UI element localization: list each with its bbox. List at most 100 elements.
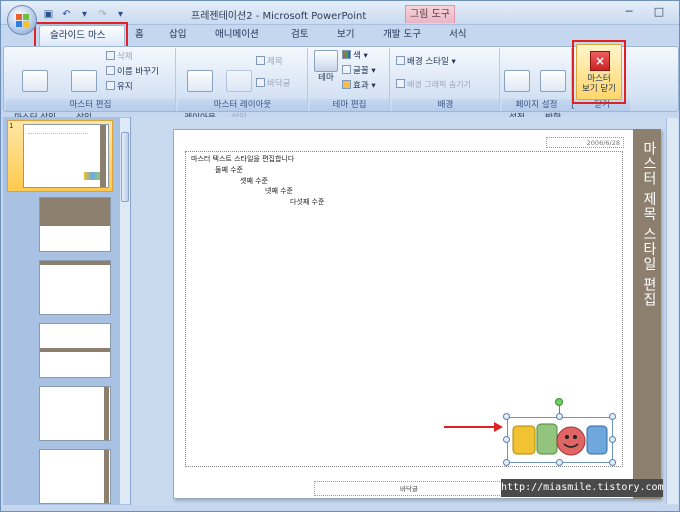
effects-button[interactable]: 효과 ▾ — [342, 80, 376, 92]
blog-image[interactable] — [511, 421, 609, 459]
resize-handle[interactable] — [556, 413, 563, 420]
checkbox-icon — [396, 79, 405, 88]
thumbnail-bar — [40, 198, 110, 226]
page-setup-icon — [504, 70, 530, 92]
tab-home[interactable]: 홈 — [125, 25, 159, 46]
group-master-layout: 마스터 레이아웃 개체 틀 삽입 제목 바닥글 마스터 레이아웃 — [178, 48, 308, 123]
rename-icon — [106, 66, 115, 75]
tab-view[interactable]: 보기 — [327, 25, 373, 46]
scroll-thumb[interactable] — [121, 132, 129, 202]
thumbnail-scrollbar[interactable] — [119, 118, 130, 504]
tab-review[interactable]: 검토 — [281, 25, 327, 46]
thumbnail-bar — [40, 261, 110, 265]
text-level-5: 다섯째 수준 — [290, 198, 325, 206]
resize-handle[interactable] — [503, 459, 510, 466]
thumbnail-bar — [100, 125, 106, 187]
layout-thumbnail[interactable] — [39, 449, 111, 504]
rename-button[interactable]: 이름 바꾸기 — [106, 66, 159, 78]
layout-thumbnail[interactable] — [39, 260, 111, 315]
delete-button[interactable]: 삭제 — [106, 51, 133, 63]
maximize-button[interactable]: □ — [647, 4, 671, 20]
blog-logo-icon — [512, 423, 608, 456]
picture-tools-label: 그림 도구 — [405, 5, 455, 23]
layout-thumbnail[interactable] — [39, 197, 111, 252]
dropdown-icon[interactable]: ▾ — [77, 7, 92, 22]
group-label-theme-edit: 테마 편집 — [310, 99, 389, 111]
date-placeholder[interactable]: 2006/6/28 — [546, 137, 624, 148]
colors-icon — [342, 50, 351, 59]
highlight-box-close-master — [572, 40, 626, 104]
slide-orientation-icon — [540, 70, 566, 92]
group-theme-edit: 테마 색 ▾ 글꼴 ▾ 효과 ▾ 테마 편집 — [310, 48, 390, 111]
text-level-4: 넷째 수준 — [265, 187, 293, 195]
thumbnail-bar — [104, 450, 109, 503]
thumbnail-body — [28, 133, 88, 173]
text-level-1: 마스터 텍스트 스타일을 편집합니다 — [191, 155, 295, 163]
minimize-button[interactable]: ─ — [617, 4, 641, 20]
effects-label: 효과 — [353, 81, 369, 91]
tab-developer[interactable]: 개발 도구 — [373, 25, 439, 46]
footer-placeholder[interactable]: 바닥글 — [314, 481, 504, 496]
thumbnail-bar — [40, 348, 110, 352]
text-level-2: 둘째 수준 — [215, 166, 243, 174]
resize-handle[interactable] — [556, 459, 563, 466]
preserve-label: 유지 — [117, 82, 133, 92]
group-background: 배경 스타일 ▾ 배경 그래픽 숨기기 배경 — [392, 48, 500, 111]
title-checkbox-label: 제목 — [267, 57, 283, 67]
checkbox-icon — [256, 56, 265, 65]
theme-icon — [314, 50, 338, 72]
background-styles-label: 배경 스타일 — [407, 57, 449, 67]
delete-label: 삭제 — [117, 52, 133, 62]
master-thumbnail[interactable] — [23, 124, 109, 188]
insert-layout-icon — [71, 70, 97, 92]
powerpoint-window: ▣ ↶ ▾ ↷ ▾ 프레젠테이션2 - Microsoft PowerPoint… — [0, 0, 680, 512]
group-label-master-layout: 마스터 레이아웃 — [178, 99, 307, 111]
checkbox-icon — [256, 78, 265, 87]
group-page-setup: 페이지 설정 슬라이드 방향 페이지 설정 — [502, 48, 587, 123]
footer-checkbox[interactable]: 바닥글 — [256, 78, 290, 90]
master-title-placeholder[interactable]: 마스터 제목 스타일 편집 — [635, 141, 659, 361]
thumbnail-bar — [104, 387, 109, 440]
preserve-button[interactable]: 유지 — [106, 81, 133, 93]
background-styles-button[interactable]: 배경 스타일 ▾ — [396, 56, 456, 68]
tab-insert[interactable]: 삽입 — [159, 25, 205, 46]
layout-thumbnail[interactable] — [39, 323, 111, 378]
resize-handle[interactable] — [609, 459, 616, 466]
effects-icon — [342, 80, 351, 89]
office-button[interactable] — [7, 5, 37, 35]
undo-icon[interactable]: ↶ — [59, 7, 74, 22]
quick-access-toolbar: ▣ ↶ ▾ ↷ ▾ — [41, 6, 128, 22]
colors-label: 색 — [353, 51, 361, 61]
highlight-box-slide-master-tab — [34, 22, 128, 48]
tab-format[interactable]: 서식 — [439, 25, 485, 46]
delete-icon — [106, 51, 115, 60]
resize-handle[interactable] — [503, 413, 510, 420]
group-master-edit: 슬라이드 마스터 삽입 레이아웃 삽입 삭제 이름 바꾸기 유지 마스터 편집 — [6, 48, 176, 123]
insert-placeholder-icon — [226, 70, 252, 92]
save-icon[interactable]: ▣ — [41, 7, 56, 22]
customize-qat-icon[interactable]: ▾ — [113, 7, 128, 22]
editor-scrollbar[interactable] — [666, 118, 678, 504]
red-arrow-icon — [444, 422, 503, 432]
watermark-url: http://miasmile.tistory.com — [501, 479, 664, 497]
hide-background-graphics-checkbox[interactable]: 배경 그래픽 숨기기 — [396, 79, 471, 90]
resize-handle[interactable] — [609, 413, 616, 420]
colors-button[interactable]: 색 ▾ — [342, 50, 368, 62]
resize-handle[interactable] — [503, 436, 510, 443]
rotation-handle[interactable] — [555, 398, 563, 406]
theme-button[interactable]: 테마 — [312, 50, 340, 83]
fonts-label: 글꼴 — [353, 66, 369, 76]
footer-checkbox-label: 바닥글 — [267, 79, 291, 89]
insert-master-icon — [22, 70, 48, 92]
fonts-button[interactable]: 글꼴 ▾ — [342, 65, 376, 77]
title-checkbox[interactable]: 제목 — [256, 56, 283, 68]
rename-label: 이름 바꾸기 — [117, 67, 159, 77]
background-styles-icon — [396, 56, 405, 65]
preserve-icon — [106, 81, 115, 90]
text-level-3: 셋째 수준 — [240, 177, 268, 185]
layout-thumbnail[interactable] — [39, 386, 111, 441]
resize-handle[interactable] — [609, 436, 616, 443]
window-title: 프레젠테이션2 - Microsoft PowerPoint — [191, 11, 367, 22]
redo-icon[interactable]: ↷ — [95, 7, 110, 22]
tab-animation[interactable]: 애니메이션 — [205, 25, 281, 46]
